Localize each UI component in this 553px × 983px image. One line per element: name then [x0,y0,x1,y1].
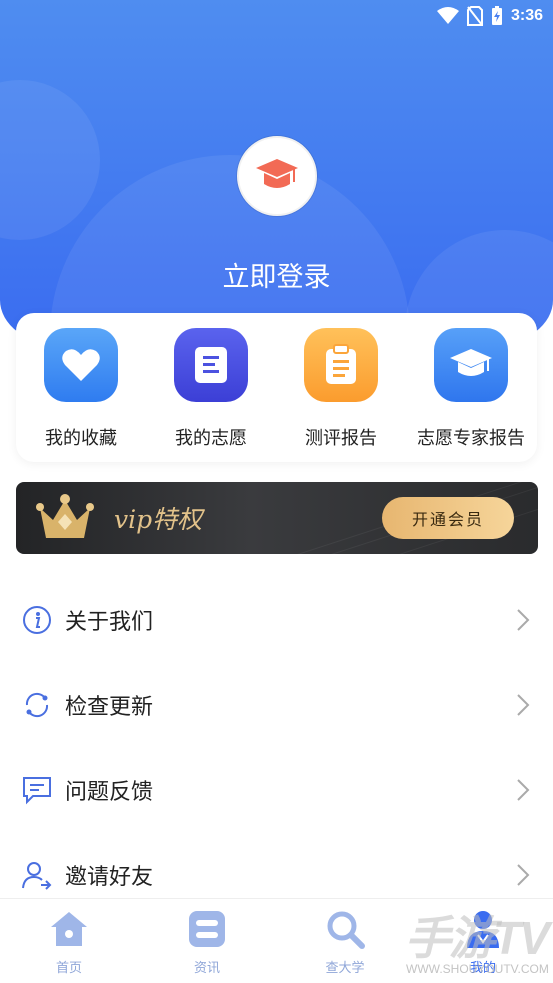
status-bar: 3:36 [436,4,543,28]
chevron-right-icon [517,779,530,801]
watermark: 手游TV WWW.SHOUYOUTV.COM [400,902,553,982]
decorative-bubble [0,80,100,240]
login-link[interactable]: 立即登录 [0,255,553,294]
menu-item-about[interactable]: 关于我们 [0,590,553,650]
quick-action-label: 测评报告 [305,428,377,449]
tab-search-university[interactable]: 查大学 [295,907,395,976]
search-icon [323,907,367,951]
menu-item-check-update[interactable]: 检查更新 [0,675,553,735]
info-icon [20,603,54,637]
open-membership-button[interactable]: 开通会员 [382,497,514,539]
home-icon [47,907,91,951]
avatar[interactable] [237,136,317,216]
status-time: 3:36 [510,7,543,24]
watermark-url: WWW.SHOUYOUTV.COM [406,962,549,976]
document-icon [174,328,248,402]
crown-icon [36,494,94,538]
chevron-right-icon [517,609,530,631]
menu-label: 问题反馈 [65,780,154,805]
news-icon [185,907,229,951]
wifi-icon [436,7,459,24]
vip-banner[interactable]: vip特权 开通会员 [16,482,538,554]
tab-label: 查大学 [325,961,365,976]
menu-label: 邀请好友 [65,865,154,890]
refresh-icon [20,688,54,722]
tab-home[interactable]: 首页 [19,907,119,976]
watermark-logo-text: 手游TV [405,912,550,964]
tab-label: 资讯 [193,961,220,976]
quick-action-label: 我的志愿 [175,428,247,449]
quick-action-expert-report[interactable]: 志愿专家报告 [406,328,536,450]
menu-label: 检查更新 [65,695,154,720]
menu-label: 关于我们 [65,610,154,635]
feedback-icon [20,773,54,807]
quick-action-favorites[interactable]: 我的收藏 [16,328,146,450]
chevron-right-icon [517,694,530,716]
quick-action-assessment-report[interactable]: 测评报告 [276,328,406,450]
menu-item-invite-friends[interactable]: 邀请好友 [0,845,553,905]
quick-action-label: 志愿专家报告 [417,428,525,449]
vip-title: vip特权 [114,505,203,534]
graduation-cap-icon [256,159,298,188]
invite-user-icon [20,858,54,892]
clipboard-icon [304,328,378,402]
heart-icon [44,328,118,402]
graduation-cap-icon [434,328,508,402]
tab-label: 首页 [55,961,82,976]
quick-action-label: 我的收藏 [45,428,117,449]
quick-actions-card: 我的收藏 我的志愿 测评报告 志愿专家报告 [16,313,537,462]
quick-action-my-volunteer[interactable]: 我的志愿 [146,328,276,450]
menu-item-feedback[interactable]: 问题反馈 [0,760,553,820]
battery-charging-icon [491,6,502,25]
tab-news[interactable]: 资讯 [157,907,257,976]
chevron-right-icon [517,864,530,886]
no-sim-icon [466,6,483,26]
